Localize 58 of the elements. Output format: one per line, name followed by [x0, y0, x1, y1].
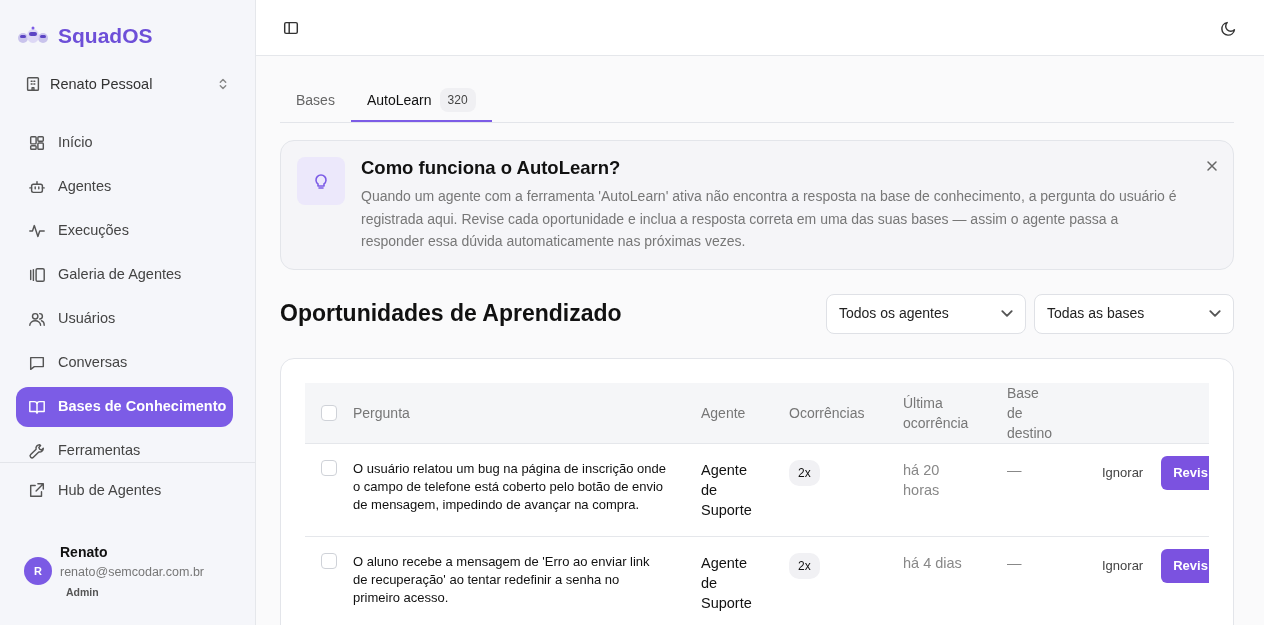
- last-occurrence-text: há 4 dias: [903, 553, 962, 573]
- workspace-selector[interactable]: Renato Pessoal: [16, 69, 240, 100]
- column-header: Agente: [701, 404, 746, 421]
- info-title: Como funciona o AutoLearn?: [361, 157, 622, 180]
- nav-item[interactable]: Início: [16, 123, 239, 164]
- user-role: Admin: [66, 585, 100, 601]
- info-text: Quando um agente com a ferramenta 'AutoLearn' ativa não encontra a resposta na base de conhecimento, a pergunta do usuário é registrada aqui. Revise cada oportunidade e inclua a resposta correta em uma das suas bases — assim o agente passa a responder essa dúvida automaticamente nas próximas vezes.: [361, 187, 1178, 252]
- building-icon: [24, 75, 42, 94]
- filter-dropdown[interactable]: Todas as bases: [1034, 293, 1234, 334]
- column-header: Pergunta: [353, 404, 410, 421]
- moon-icon: [1220, 19, 1238, 38]
- gallery-icon: [28, 266, 46, 285]
- section-title: Oportunidades de Aprendizado: [280, 299, 622, 328]
- row-checkbox[interactable]: [321, 552, 337, 569]
- column-header: Ocorrências: [789, 404, 865, 421]
- brand-name: SquadOS: [58, 23, 153, 49]
- tab[interactable]: AutoLearn 320: [350, 80, 492, 122]
- occurrence-count-badge: 2x: [789, 459, 820, 486]
- chevron-down-icon: [1001, 310, 1013, 318]
- agent-name: Agente de Suporte: [701, 553, 753, 613]
- hub-link[interactable]: Hub de Agentes: [16, 477, 239, 504]
- target-base-text: —: [1007, 553, 1022, 573]
- target-base-text: —: [1007, 460, 1022, 480]
- user-avatar: R: [24, 557, 52, 586]
- user-email: renato@semcodar.com.br: [60, 563, 204, 581]
- nav-item[interactable]: Agentes: [16, 167, 239, 208]
- filter-dropdown[interactable]: Todos os agentes: [826, 293, 1026, 334]
- review-button[interactable]: Revis: [1161, 548, 1209, 583]
- select-all-checkbox[interactable]: [321, 404, 337, 421]
- users-icon: [28, 310, 46, 329]
- robots-logo-icon: [16, 25, 50, 46]
- occurrence-count-badge: 2x: [789, 552, 820, 579]
- column-header: Última ocorrência: [903, 393, 970, 433]
- agent-name: Agente de Suporte: [701, 460, 753, 520]
- chevron-down-icon: [1209, 310, 1221, 318]
- nav-item[interactable]: Conversas: [16, 343, 239, 384]
- user-name: Renato: [60, 542, 109, 562]
- ignore-button[interactable]: Ignorar: [1102, 459, 1144, 486]
- row-checkbox[interactable]: [321, 459, 337, 476]
- book-icon: [28, 398, 46, 417]
- external-link-icon: [28, 481, 46, 500]
- tab[interactable]: Bases: [280, 80, 351, 122]
- grid-icon: [28, 134, 46, 153]
- last-occurrence-text: há 20 horas: [903, 460, 941, 500]
- question-text: O usuário relatou um bug na página de inscrição onde o campo de telefone está coberto pelo botão de envio de mensagem, impedindo de avançar na compra.: [353, 459, 667, 514]
- question-text: O aluno recebe a mensagem de 'Erro ao enviar link de recuperação' ao tentar redefinir a senha no primeiro acesso.: [353, 552, 651, 607]
- column-header: Base de destino: [1007, 383, 1053, 443]
- nav-item[interactable]: Execuções: [16, 211, 239, 252]
- wrench-icon: [28, 442, 46, 461]
- nav-item[interactable]: Bases de Conhecimento: [16, 387, 233, 428]
- tab-count-badge: 320: [439, 88, 476, 112]
- review-button[interactable]: Revis: [1161, 455, 1209, 490]
- chat-bubble-icon: [28, 354, 46, 373]
- nav-item[interactable]: Galeria de Agentes: [16, 255, 239, 296]
- lightbulb-icon: [297, 157, 345, 205]
- nav-item[interactable]: Ferramentas: [16, 431, 239, 463]
- nav-item[interactable]: Usuários: [16, 299, 239, 340]
- ignore-button[interactable]: Ignorar: [1102, 552, 1144, 579]
